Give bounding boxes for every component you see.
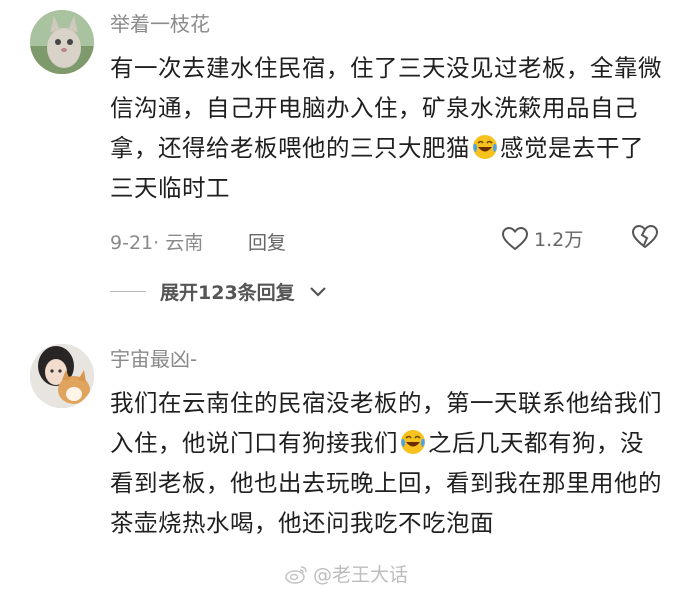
avatar[interactable] (30, 344, 94, 408)
username[interactable]: 宇宙最凶- (110, 347, 197, 371)
dislike-button[interactable] (631, 224, 659, 253)
broken-heart-icon (631, 224, 659, 249)
heart-icon (502, 226, 528, 250)
comment-text: 我们在云南住的民宿没老板的，第一天联系他给我们入住，他说门口有狗接我们 之后几天… (110, 383, 665, 543)
expand-replies[interactable]: 展开123条回复 (110, 278, 327, 305)
username[interactable]: 举着一枝花 (110, 12, 210, 36)
reply-button[interactable]: 回复 (248, 228, 286, 255)
chevron-down-icon (309, 286, 326, 297)
crying-laughing-emoji-icon (401, 430, 425, 454)
comment-text: 有一次去建水住民宿，住了三天没见过老板，全靠微信沟通，自己开电脑办入住，矿泉水洗… (110, 48, 665, 208)
divider (110, 291, 146, 292)
crying-laughing-emoji-icon (473, 135, 497, 159)
weibo-logo-icon (285, 565, 307, 584)
watermark-text: @老王大话 (313, 564, 409, 586)
cat-avatar-icon (30, 10, 94, 74)
girl-with-cat-avatar-icon (30, 344, 94, 408)
like-count: 1.2万 (534, 229, 584, 251)
avatar[interactable] (30, 10, 94, 74)
expand-replies-label: 展开123条回复 (160, 282, 295, 304)
comment-date-location: 9-21· 云南 (110, 232, 204, 254)
watermark: @老王大话 (285, 560, 408, 587)
like-button[interactable]: 1.2万 (502, 225, 583, 252)
